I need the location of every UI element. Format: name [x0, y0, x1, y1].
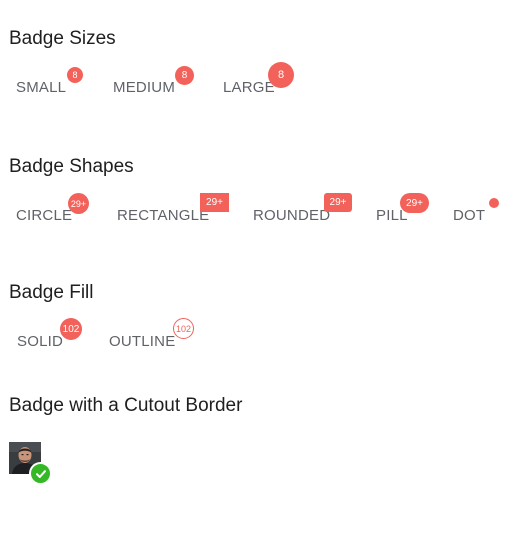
- badge-sizes-heading: Badge Sizes: [9, 28, 116, 49]
- badge-cutout-heading: Badge with a Cutout Border: [9, 395, 243, 416]
- badge-fill-heading: Badge Fill: [9, 282, 94, 303]
- fill-solid-label: SOLID: [17, 333, 64, 350]
- shape-circle-badge: 29+: [68, 193, 89, 214]
- shape-circle-label: CIRCLE: [16, 207, 73, 224]
- size-large-badge: 8: [268, 62, 294, 88]
- size-medium-badge: 8: [175, 66, 194, 85]
- shape-rectangle-badge: 29+: [200, 193, 229, 212]
- shape-rectangle-label: RECTANGLE: [117, 207, 210, 224]
- shape-dot-badge: [489, 198, 499, 208]
- size-small-label: SMALL: [16, 79, 67, 96]
- status-badge: [29, 462, 52, 485]
- shape-pill-badge: 29+: [400, 193, 429, 213]
- shape-rounded-label: ROUNDED: [253, 207, 331, 224]
- size-medium-label: MEDIUM: [113, 79, 176, 96]
- fill-solid-badge: 102: [60, 318, 82, 340]
- fill-outline-badge: 102: [173, 318, 194, 339]
- size-large-label: LARGE: [223, 79, 275, 96]
- badge-shapes-heading: Badge Shapes: [9, 156, 134, 177]
- fill-outline-label: OUTLINE: [109, 333, 176, 350]
- size-small-badge: 8: [67, 67, 83, 83]
- shape-dot-label: DOT: [453, 207, 486, 224]
- checkmark-icon: [35, 469, 46, 478]
- shape-rounded-badge: 29+: [324, 193, 352, 212]
